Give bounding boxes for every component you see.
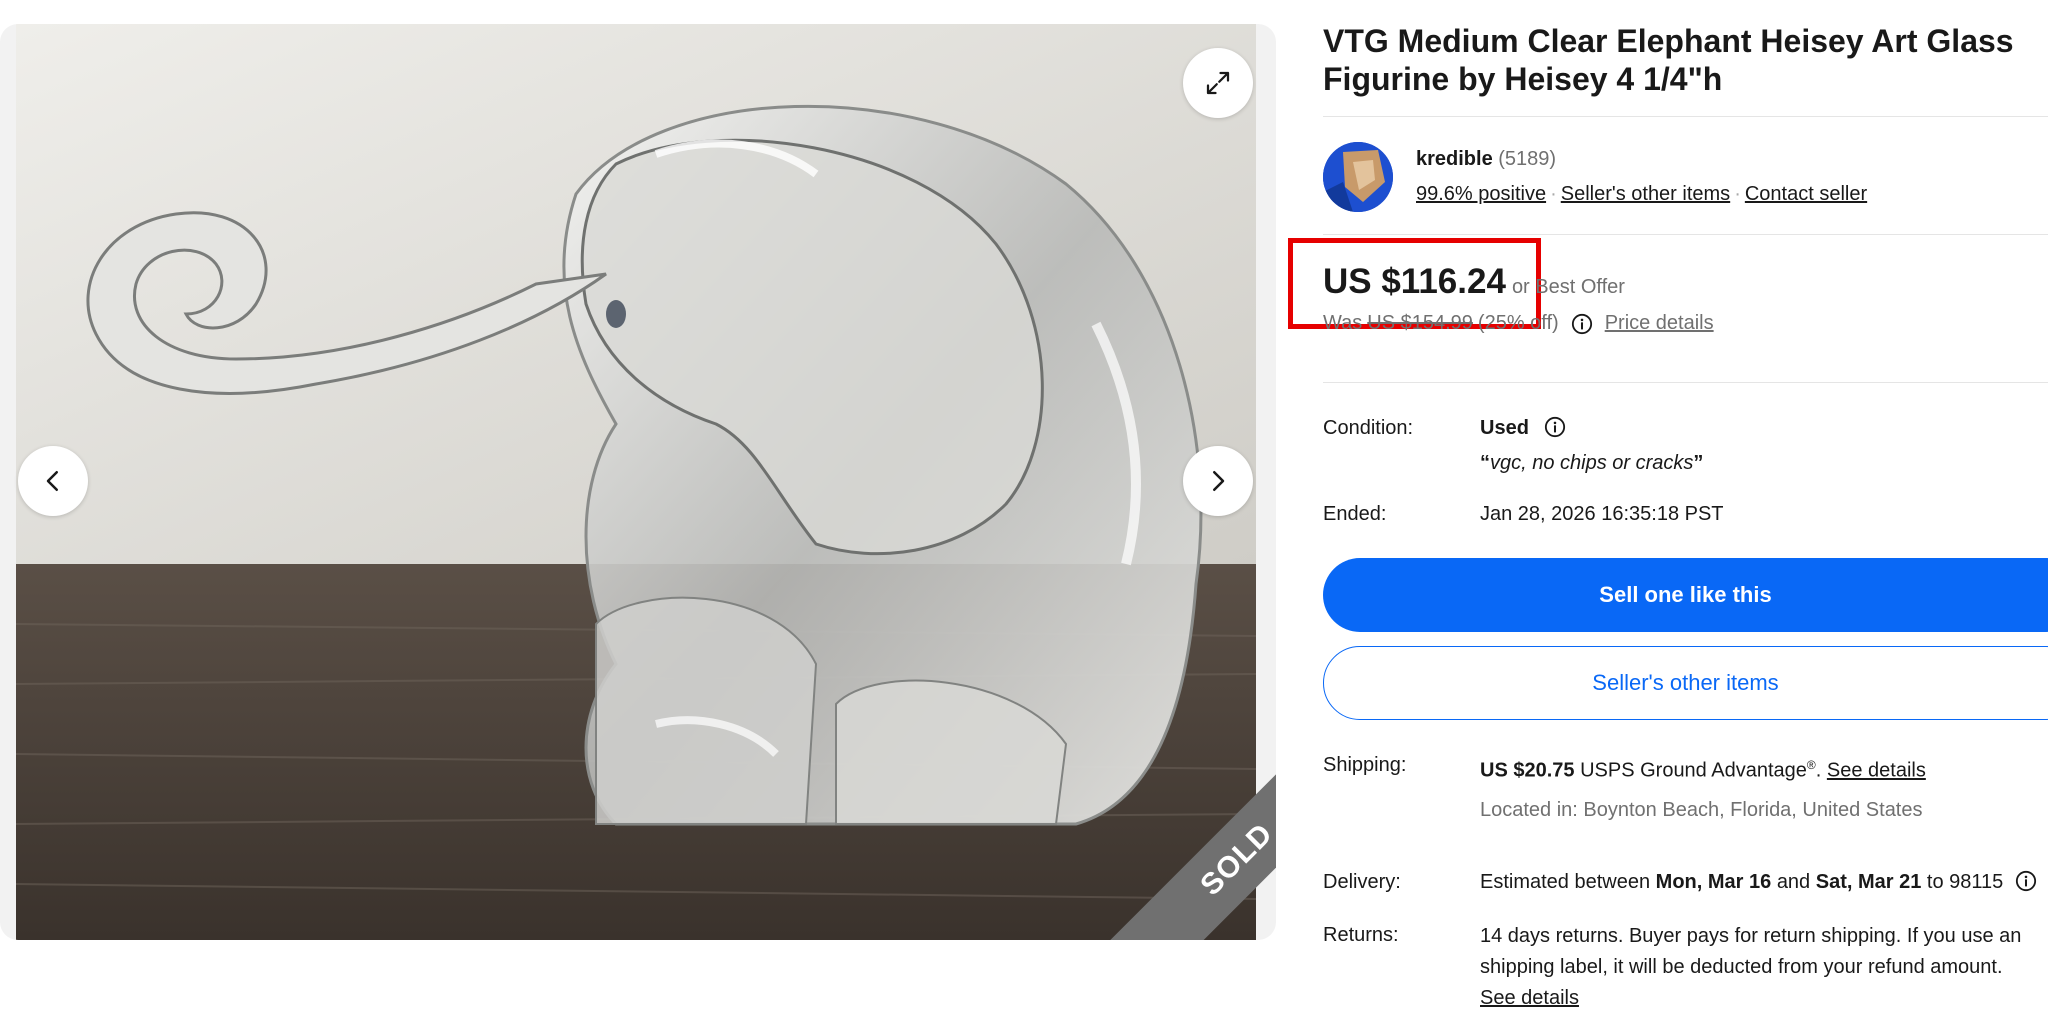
positive-feedback-link[interactable]: 99.6% positive — [1416, 183, 1546, 205]
expand-icon — [1206, 71, 1230, 95]
price-details-link[interactable]: Price details — [1605, 312, 1714, 335]
shipping-price: US $20.75 — [1480, 759, 1575, 782]
delivery-start: Mon, Mar 16 — [1655, 871, 1772, 893]
discount-label: (25% off) — [1477, 312, 1559, 334]
item-location: Located in: Boynton Beach, Florida, Unit… — [1480, 798, 1923, 821]
avatar-image — [1323, 142, 1393, 212]
returns-line-1: 14 days returns. Buyer pays for return s… — [1480, 925, 2022, 947]
best-offer-label: or Best Offer — [1511, 276, 1625, 298]
ended-value: Jan 28, 2026 16:35:18 PST — [1480, 503, 1724, 525]
seller-other-items-button[interactable]: Seller's other items — [1323, 646, 2048, 720]
was-price: US $154.99 — [1367, 312, 1473, 334]
returns-details-link[interactable]: See details — [1480, 983, 2021, 1014]
delivery-info-icon[interactable] — [2015, 870, 2037, 892]
condition-info-icon[interactable] — [1544, 416, 1566, 438]
separator-dot: · — [1550, 183, 1557, 205]
separator-dot: · — [1734, 183, 1741, 205]
elephant-figurine-image — [16, 24, 1256, 940]
image-gallery: SOLD — [0, 24, 1276, 940]
was-price-line: Was US $154.99 (25% off) Price details — [1323, 312, 1714, 335]
listing-title: VTG Medium Clear Elephant Heisey Art Gla… — [1323, 23, 2014, 97]
expand-image-button[interactable] — [1183, 48, 1253, 118]
delivery-zip: to 98115 — [1926, 871, 2004, 893]
condition-label: Condition: — [1323, 417, 1414, 439]
previous-image-button[interactable] — [18, 446, 88, 516]
current-price: US $116.24 — [1323, 262, 1506, 301]
shipping-label: Shipping: — [1323, 754, 1407, 776]
divider — [1323, 234, 2048, 235]
seller-info: kredible (5189) 99.6% positive · Seller's … — [1416, 142, 1867, 212]
info-icon[interactable] — [1571, 313, 1593, 335]
next-image-button[interactable] — [1183, 446, 1253, 516]
chevron-left-icon — [46, 471, 58, 491]
condition-note: “vgc, no chips or cracks” — [1480, 452, 1704, 474]
seller-links: 99.6% positive · Seller's other items · Cont… — [1416, 181, 1867, 207]
seller-name[interactable]: kredible — [1416, 148, 1493, 170]
chevron-right-icon — [1213, 471, 1225, 491]
listing-details: VTG Medium Clear Elephant Heisey Art Gla… — [1323, 22, 2048, 1009]
divider — [1323, 382, 2048, 383]
ended-label: Ended: — [1323, 503, 1387, 525]
returns-label: Returns: — [1323, 924, 1399, 946]
divider — [1323, 116, 2048, 117]
delivery-end: Sat, Mar 21 — [1815, 871, 1922, 893]
price-block: US $116.24 or Best Offer Was US $154.99 (… — [1323, 262, 1714, 335]
sell-one-like-this-button[interactable]: Sell one like this — [1323, 558, 2048, 632]
was-label: Was — [1323, 312, 1363, 334]
seller-avatar[interactable] — [1323, 142, 1393, 212]
shipping-method: USPS Ground Advantage — [1580, 759, 1807, 782]
delivery-label: Delivery: — [1323, 871, 1401, 893]
returns-line-2: shipping label, it will be deducted from… — [1480, 956, 2003, 978]
contact-seller-link[interactable]: Contact seller — [1745, 183, 1867, 205]
condition-value: Used — [1480, 417, 1529, 439]
seller-card: kredible (5189) 99.6% positive · Seller's … — [1323, 142, 1867, 212]
shipping-details-link[interactable]: See details — [1827, 760, 1926, 782]
product-photo[interactable] — [16, 24, 1256, 940]
seller-other-items-link[interactable]: Seller's other items — [1561, 183, 1730, 205]
seller-feedback-count: (5189) — [1498, 148, 1557, 170]
